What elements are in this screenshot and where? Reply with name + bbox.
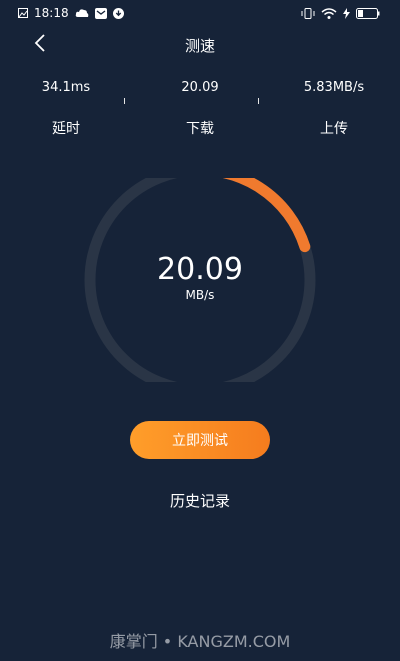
app-bar: 测速 <box>0 28 400 62</box>
status-bar-left: 18:18 <box>18 6 124 20</box>
charging-icon <box>343 7 350 19</box>
download-icon <box>112 7 124 19</box>
speed-unit: MB/s <box>185 288 215 302</box>
vibrate-icon <box>301 7 315 19</box>
upload-value: 5.83MB/s <box>303 80 365 95</box>
cloud-icon <box>75 8 89 18</box>
download-value: 20.09 <box>181 80 219 95</box>
history-link[interactable]: 历史记录 <box>100 490 300 511</box>
divider <box>124 98 125 104</box>
upload-label: 上传 <box>320 121 348 137</box>
page-title: 测速 <box>184 36 215 55</box>
metric-upload: 5.83MB/s 上传 <box>274 78 394 138</box>
download-label: 下载 <box>186 121 214 137</box>
image-icon <box>18 8 28 18</box>
status-time: 18:18 <box>34 6 69 20</box>
latency-label: 延时 <box>52 121 80 137</box>
back-button[interactable] <box>30 34 50 56</box>
chevron-left-icon <box>34 34 46 56</box>
start-test-button[interactable]: 立即测试 <box>130 421 270 459</box>
metrics-row: 34.1ms 延时 20.09 下载 5.83MB/s 上传 <box>0 78 400 148</box>
wifi-icon <box>321 7 337 19</box>
metric-download: 20.09 下载 <box>140 78 260 138</box>
speed-value: 20.09 <box>157 252 243 287</box>
status-bar-right <box>301 7 380 19</box>
metric-latency: 34.1ms 延时 <box>6 78 126 138</box>
battery-icon <box>356 7 380 19</box>
status-bar: 18:18 <box>0 0 400 26</box>
gauge-readout: 20.09 MB/s <box>100 252 300 302</box>
watermark: 康掌门 • KANGZM.COM <box>109 632 291 651</box>
divider <box>258 98 259 104</box>
gauge-progress <box>222 178 311 253</box>
latency-value: 34.1ms <box>41 80 91 95</box>
mail-icon <box>94 7 107 19</box>
